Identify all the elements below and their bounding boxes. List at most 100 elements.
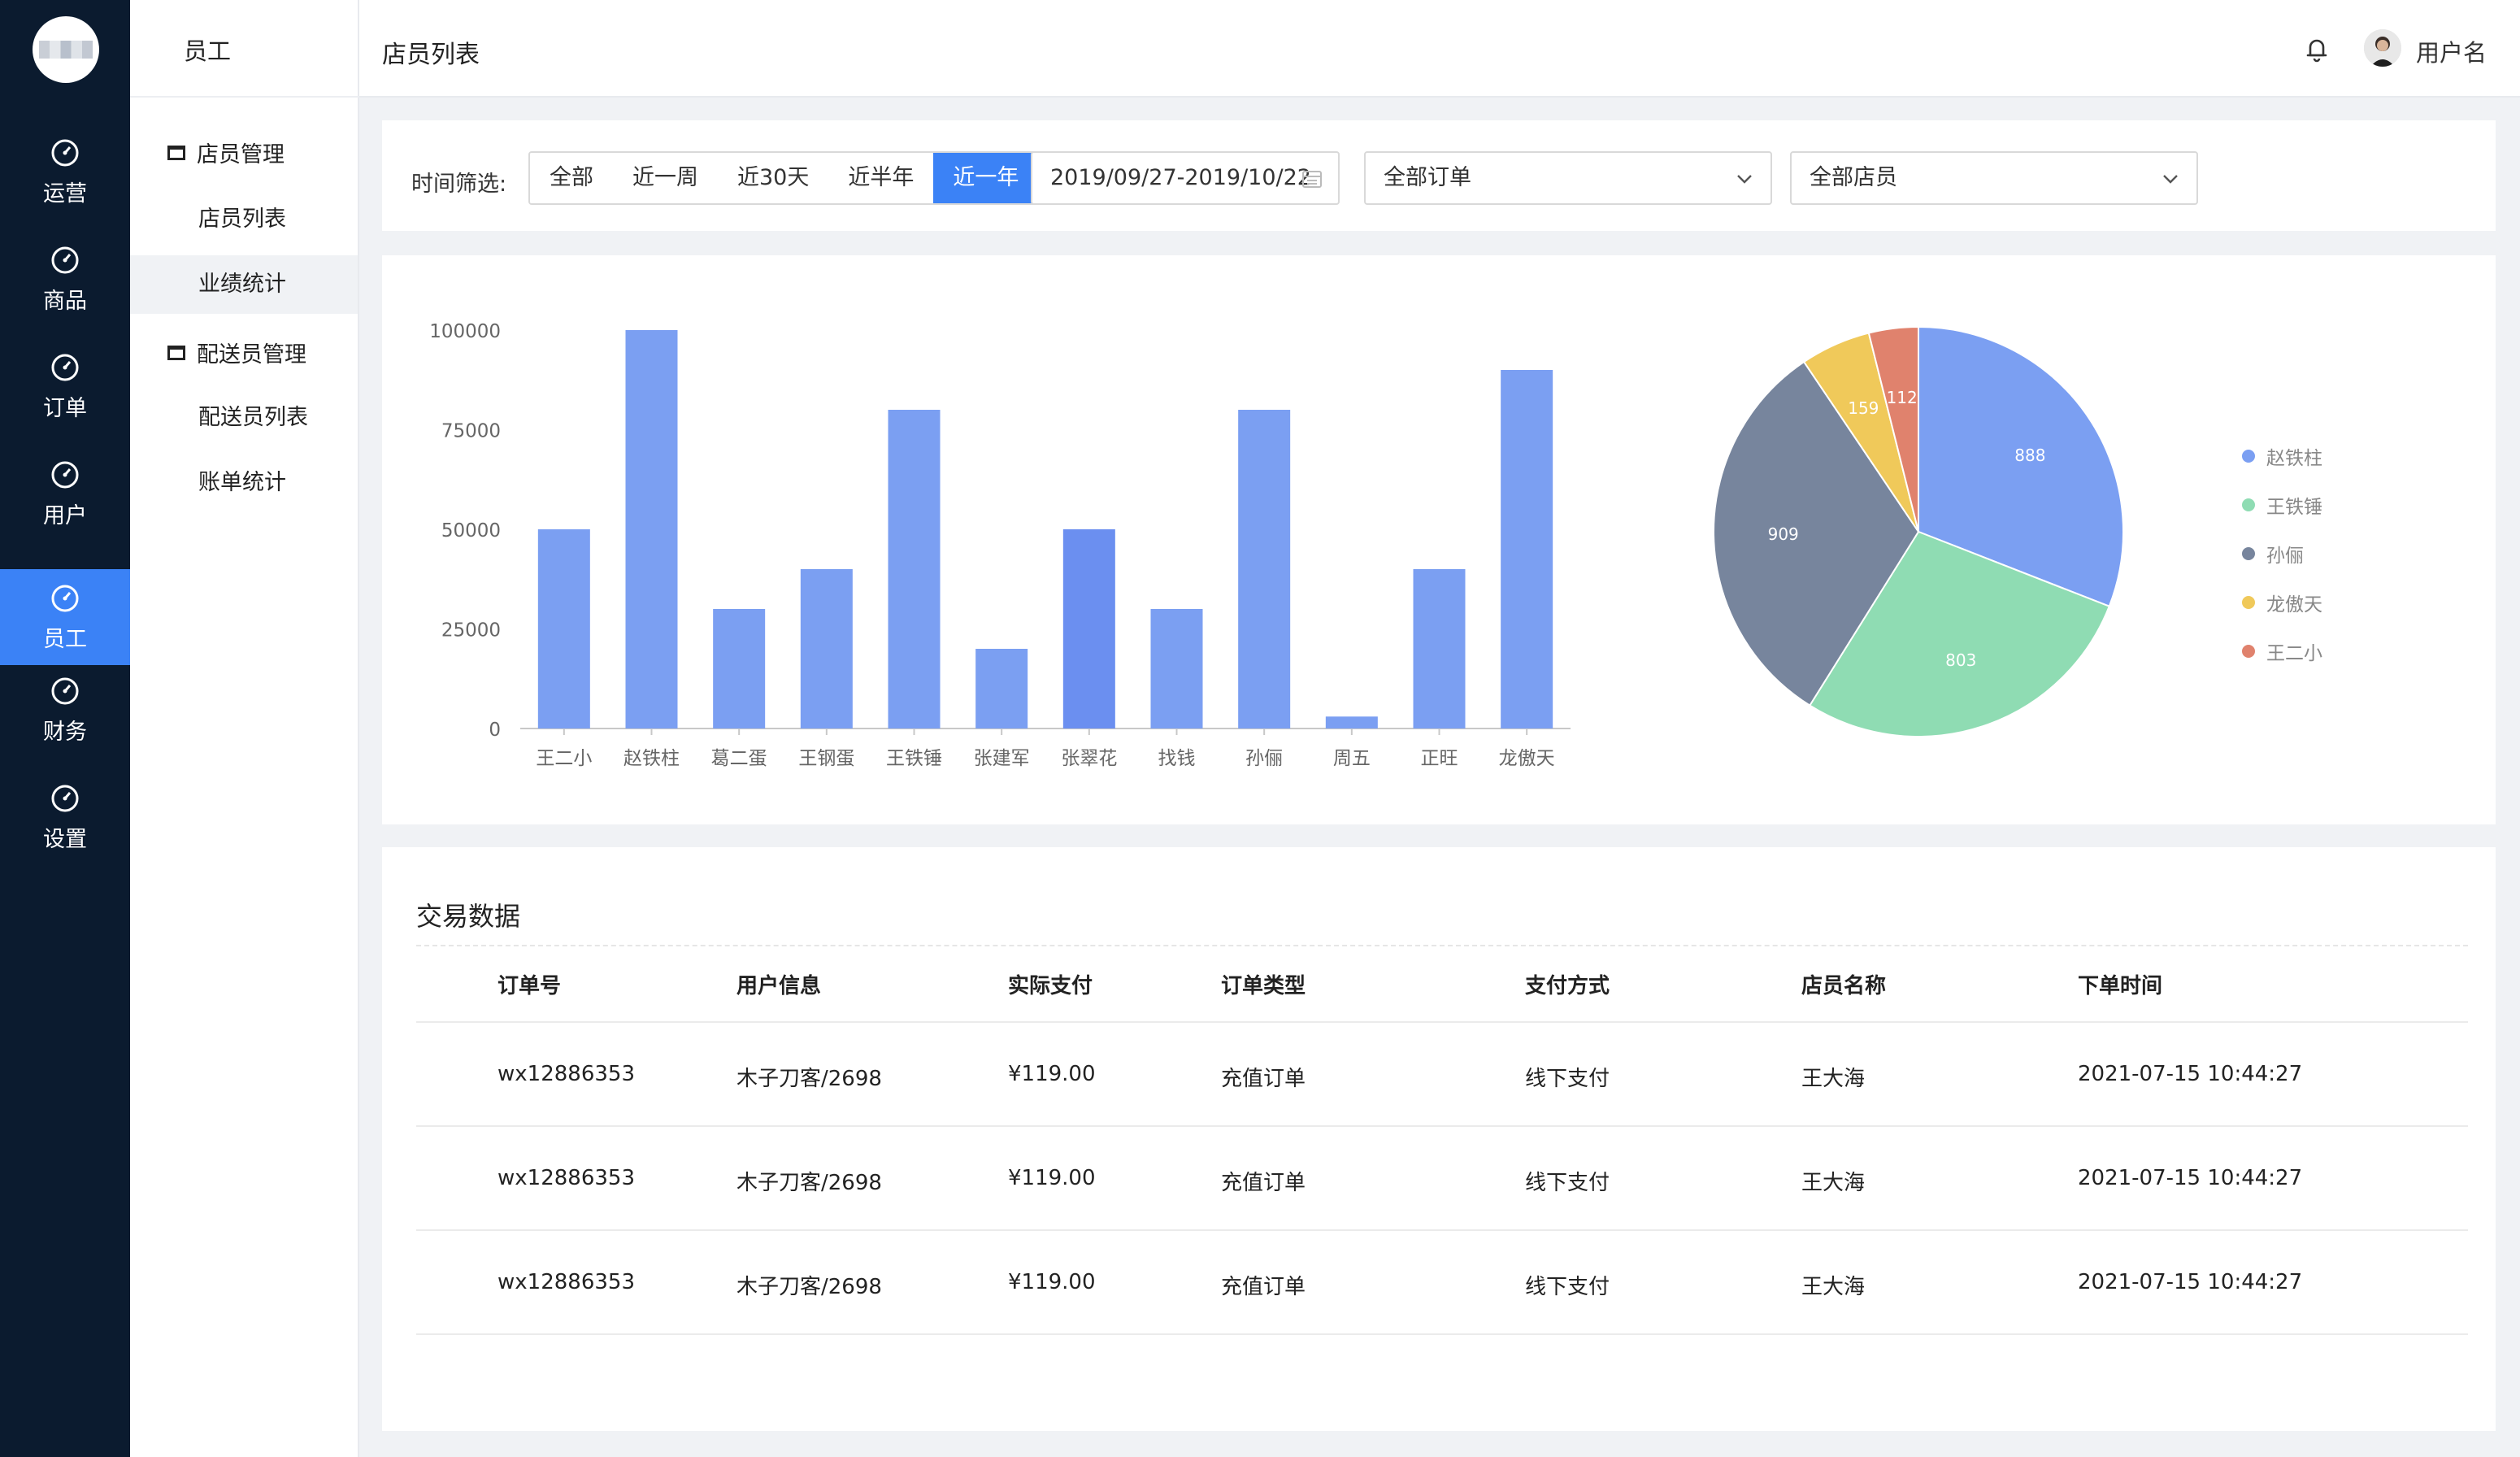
bar[interactable]: [1325, 716, 1378, 728]
nav-item-users[interactable]: 用户: [0, 446, 130, 541]
order-id-cell: wx12886353: [497, 1270, 635, 1294]
legend-item[interactable]: 赵铁柱: [2242, 442, 2322, 470]
nav-item-operations[interactable]: 运营: [0, 124, 130, 220]
bar[interactable]: [625, 330, 678, 728]
legend-label: 龙傲天: [2266, 594, 2322, 615]
sidebar-item-courier-list[interactable]: 配送员列表: [130, 389, 358, 447]
x-tick-label: 正旺: [1421, 748, 1458, 769]
user-info-cell: 木子刀客/2698: [736, 1067, 882, 1091]
chevron-down-icon: [1737, 175, 1752, 184]
order-time-cell: 2021-07-15 10:44:27: [2078, 1062, 2303, 1086]
section-title: 交易数据: [416, 901, 521, 932]
range-30days-button[interactable]: 近30天: [718, 153, 829, 203]
range-week-button[interactable]: 近一周: [613, 153, 718, 203]
chevron-down-icon: [2163, 175, 2178, 184]
legend-item[interactable]: 王二小: [2242, 637, 2322, 665]
bar[interactable]: [975, 649, 1028, 728]
slice-value-label: 803: [1945, 650, 1976, 670]
y-tick-label: 75000: [441, 421, 501, 442]
legend-item[interactable]: 龙傲天: [2242, 589, 2322, 616]
avatar[interactable]: [2364, 29, 2401, 67]
bar[interactable]: [1501, 370, 1553, 728]
x-tick-label: 王二小: [536, 748, 592, 769]
dashboard-icon: [51, 677, 79, 704]
date-range-picker[interactable]: 2019/09/27-2019/10/22: [1031, 151, 1340, 205]
bar[interactable]: [713, 609, 766, 728]
column-header: 支付方式: [1525, 974, 1610, 998]
nav-item-label: 商品: [43, 288, 87, 314]
legend-dot: [2242, 450, 2255, 463]
legend-item[interactable]: 王铁锤: [2242, 491, 2322, 519]
bar[interactable]: [1062, 529, 1115, 728]
bar[interactable]: [888, 410, 941, 728]
sidebar-item-performance[interactable]: 业绩统计: [130, 255, 358, 314]
bar[interactable]: [1238, 410, 1291, 728]
order-type-cell: 充值订单: [1221, 1275, 1306, 1299]
pay-method-cell: 线下支付: [1525, 1171, 1610, 1195]
order-type-value: 全部订单: [1384, 165, 1471, 190]
table-row[interactable]: wx12886353 木子刀客/2698 ¥119.00 充值订单 线下支付 王…: [416, 1023, 2468, 1127]
bar[interactable]: [1150, 609, 1203, 728]
dashboard-icon: [51, 785, 79, 811]
nav-item-label: 财务: [43, 719, 87, 745]
sidebar-group-staff-management[interactable]: 店员管理: [167, 137, 285, 168]
legend-item[interactable]: 孙俪: [2242, 540, 2304, 568]
sidebar-item-bill-stats[interactable]: 账单统计: [130, 454, 358, 512]
sidebar-group-label: 店员管理: [197, 142, 285, 167]
date-range-value: 2019/09/27-2019/10/22: [1050, 165, 1311, 190]
bar-chart: 100000 75000 50000 25000 0 王二小 赵铁柱 葛二蛋 王钢蛋 王铁锤 张建军…: [429, 321, 1571, 769]
window-icon: [167, 345, 185, 360]
y-tick-label: 50000: [441, 520, 501, 541]
nav-item-label: 订单: [43, 395, 87, 421]
pie-legend: 赵铁柱王铁锤孙俪龙傲天王二小: [2242, 442, 2405, 686]
app-logo[interactable]: [33, 16, 99, 83]
nav-item-products[interactable]: 商品: [0, 231, 130, 327]
sidebar-group-courier-management[interactable]: 配送员管理: [167, 337, 306, 368]
nav-item-orders[interactable]: 订单: [0, 338, 130, 434]
column-header: 下单时间: [2078, 974, 2163, 998]
pay-method-cell: 线下支付: [1525, 1067, 1610, 1091]
pay-method-cell: 线下支付: [1525, 1275, 1610, 1299]
filter-card: 时间筛选: 全部 近一周 近30天 近半年 近一年 2019/09/27-201…: [382, 120, 2496, 231]
order-type-select[interactable]: 全部订单: [1364, 151, 1772, 205]
column-header: 订单号: [497, 974, 562, 998]
nav-item-finance[interactable]: 财务: [0, 662, 130, 758]
bar[interactable]: [537, 529, 590, 728]
staff-name-cell: 王大海: [1801, 1067, 1866, 1091]
legend-label: 孙俪: [2266, 546, 2304, 567]
x-tick-label: 找钱: [1158, 748, 1196, 769]
sub-sidebar: 员工 店员管理 店员列表 业绩统计 配送员管理 配送员列表 账单统计: [130, 0, 359, 1457]
bar[interactable]: [800, 569, 853, 728]
sidebar-item-staff-list[interactable]: 店员列表: [130, 190, 358, 249]
x-tick-label: 孙俪: [1245, 748, 1283, 769]
slice-value-label: 909: [1768, 524, 1799, 544]
main-nav: 运营 商品 订单 用户 员工 财务 设置: [0, 0, 130, 1457]
legend-dot: [2242, 596, 2255, 609]
range-all-button[interactable]: 全部: [530, 153, 613, 203]
range-year-button[interactable]: 近一年: [933, 153, 1039, 203]
slice-value-label: 112: [1887, 388, 1918, 407]
order-type-cell: 充值订单: [1221, 1067, 1306, 1091]
nav-item-staff[interactable]: 员工: [0, 569, 130, 665]
bell-icon[interactable]: [2301, 33, 2333, 65]
range-halfyear-button[interactable]: 近半年: [828, 153, 934, 203]
column-header: 用户信息: [736, 974, 822, 998]
slice-value-label: 159: [1848, 398, 1879, 418]
table-row[interactable]: wx12886353 木子刀客/2698 ¥119.00 充值订单 线下支付 王…: [416, 1231, 2468, 1335]
transactions-card: 交易数据 订单号 用户信息 实际支付 订单类型 支付方式 店员名称 下单时间 w…: [382, 847, 2496, 1431]
dashboard-icon: [51, 246, 79, 273]
x-tick-label: 葛二蛋: [711, 748, 767, 769]
order-time-cell: 2021-07-15 10:44:27: [2078, 1166, 2303, 1190]
staff-select[interactable]: 全部店员: [1790, 151, 2198, 205]
legend-label: 王铁锤: [2266, 497, 2322, 518]
table-row[interactable]: wx12886353 木子刀客/2698 ¥119.00 充值订单 线下支付 王…: [416, 1127, 2468, 1231]
order-id-cell: wx12886353: [497, 1062, 635, 1086]
nav-item-label: 用户: [43, 502, 87, 528]
nav-item-settings[interactable]: 设置: [0, 769, 130, 865]
sidebar-group-label: 配送员管理: [197, 342, 306, 368]
bar[interactable]: [1413, 569, 1466, 728]
nav-item-label: 设置: [43, 826, 87, 852]
username[interactable]: 用户名: [2416, 34, 2487, 68]
calendar-icon: [1302, 171, 1322, 188]
y-tick-label: 0: [489, 720, 501, 741]
